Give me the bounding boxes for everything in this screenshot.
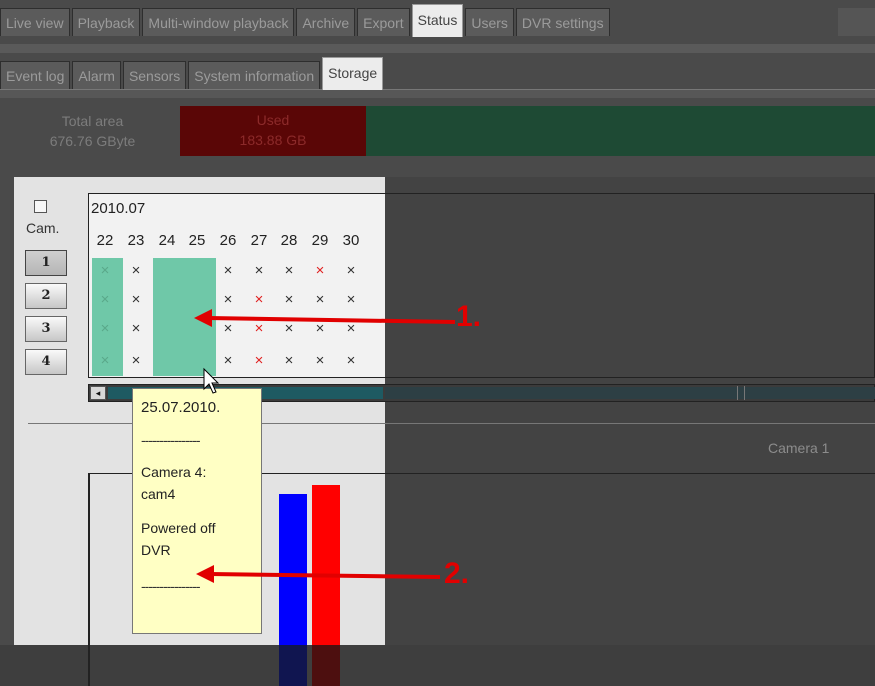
tab-bar-filler: [838, 8, 875, 36]
subtab-storage[interactable]: Storage: [322, 57, 384, 90]
annotation-label-2: 2.: [444, 557, 470, 590]
mouse-pointer-icon: [203, 367, 220, 394]
annotation-arrow-1: [194, 309, 456, 327]
tab-status[interactable]: Status: [411, 4, 464, 37]
annotation-label-1: 1.: [456, 300, 482, 333]
annotation-arrow-2: [196, 565, 441, 583]
annotation-overlay: [194, 309, 456, 583]
